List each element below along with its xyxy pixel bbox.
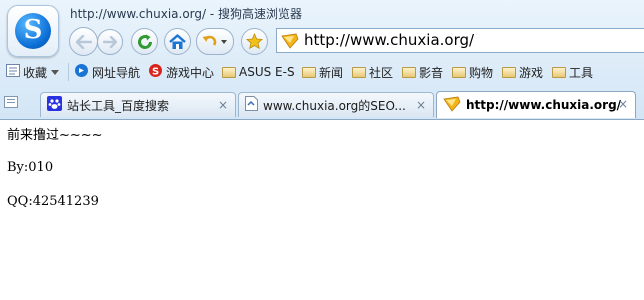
favorite-label: 影音 [419,65,444,80]
star-icon [246,33,263,50]
favorite-folder[interactable]: 影音 [402,64,443,80]
home-button[interactable] [164,28,191,55]
tab-bar: 站长工具_百度搜索 × www.chuxia.org的SEO... × http… [0,88,644,119]
close-icon[interactable]: × [218,98,228,112]
favorite-folder[interactable]: 游戏 [502,64,543,80]
navigation-icon [74,63,89,81]
browser-chrome: S http://www.chuxia.org/ - 搜狗高速浏览器 http:… [0,0,644,119]
favorite-folder[interactable]: 工具 [552,64,593,80]
favorites-label: 收藏 [23,65,48,80]
folder-icon [352,66,366,78]
close-icon[interactable]: × [618,97,628,111]
chevron-down-icon [51,65,60,79]
sogou-logo-icon[interactable]: S [7,5,59,57]
favorite-item-nav[interactable]: 网址导航 [74,64,140,80]
undo-icon [202,35,227,46]
refresh-button[interactable] [131,28,158,55]
favorite-label: 社区 [369,65,394,80]
favorite-item-games-center[interactable]: S 游戏中心 [148,64,214,80]
tab-list-icon[interactable] [4,96,18,108]
tab-label: 站长工具_百度搜索 [67,98,170,113]
folder-icon [452,66,466,78]
address-bar[interactable]: http://www.chuxia.org/ [276,28,644,53]
tab-chuxia-seo[interactable]: www.chuxia.org的SEO... × [238,92,434,117]
refresh-icon [137,34,152,49]
favorite-label: 网址导航 [92,65,141,80]
home-icon [169,33,186,49]
favorite-label: 工具 [569,65,594,80]
tab-label: http://www.chuxia.org/ [466,98,622,112]
game-center-icon: S [148,63,163,81]
forward-button[interactable] [97,29,123,55]
forward-icon [103,36,117,48]
folder-icon [552,66,566,78]
site-favicon-icon [281,33,299,52]
favorite-label: 游戏 [519,65,544,80]
back-button[interactable] [69,27,98,56]
favorite-label: 购物 [469,65,494,80]
folder-icon [402,66,416,78]
svg-text:S: S [152,67,159,78]
favorites-menu[interactable]: 收藏 [6,64,60,80]
tab-chuxia-home[interactable]: http://www.chuxia.org/ × [436,91,636,118]
close-icon[interactable]: × [416,98,426,112]
divider [68,63,69,81]
logo-letter: S [23,15,43,45]
page-text-line: 前来撸过~~~~ [7,128,103,143]
address-url[interactable]: http://www.chuxia.org/ [304,31,474,49]
favorite-folder[interactable]: 新闻 [302,64,343,80]
folder-icon [302,66,316,78]
favorite-star-button[interactable] [241,28,268,55]
undo-button[interactable] [196,28,234,55]
folder-icon [222,66,236,78]
favorite-folder[interactable]: 购物 [452,64,493,80]
page-content: 前来撸过~~~~ By:010 QQ:42541239 [0,119,644,300]
page-icon [245,96,258,114]
page-text-line: QQ:42541239 [7,194,99,209]
back-icon [75,34,92,49]
favorite-folder[interactable]: 社区 [352,64,393,80]
tab-label: www.chuxia.org的SEO... [263,98,406,113]
site-favicon-icon [443,96,461,115]
favorite-label: 新闻 [319,65,344,80]
baidu-paw-icon [47,96,62,114]
favorite-label: 游戏中心 [166,65,215,80]
page-text-line: By:010 [7,160,54,175]
favorites-bar: 收藏 网址导航 S 游戏中心 ASUS E-S 新闻 社区 影音 购物 游戏 工… [0,60,644,84]
window-title: http://www.chuxia.org/ - 搜狗高速浏览器 [70,7,303,21]
favorites-icon [6,64,20,80]
tab-baidu-search[interactable]: 站长工具_百度搜索 × [40,92,236,117]
folder-icon [502,66,516,78]
favorite-label: ASUS E-S [239,65,295,79]
logo-ball: S [15,13,51,49]
favorite-folder[interactable]: ASUS E-S [222,64,295,80]
